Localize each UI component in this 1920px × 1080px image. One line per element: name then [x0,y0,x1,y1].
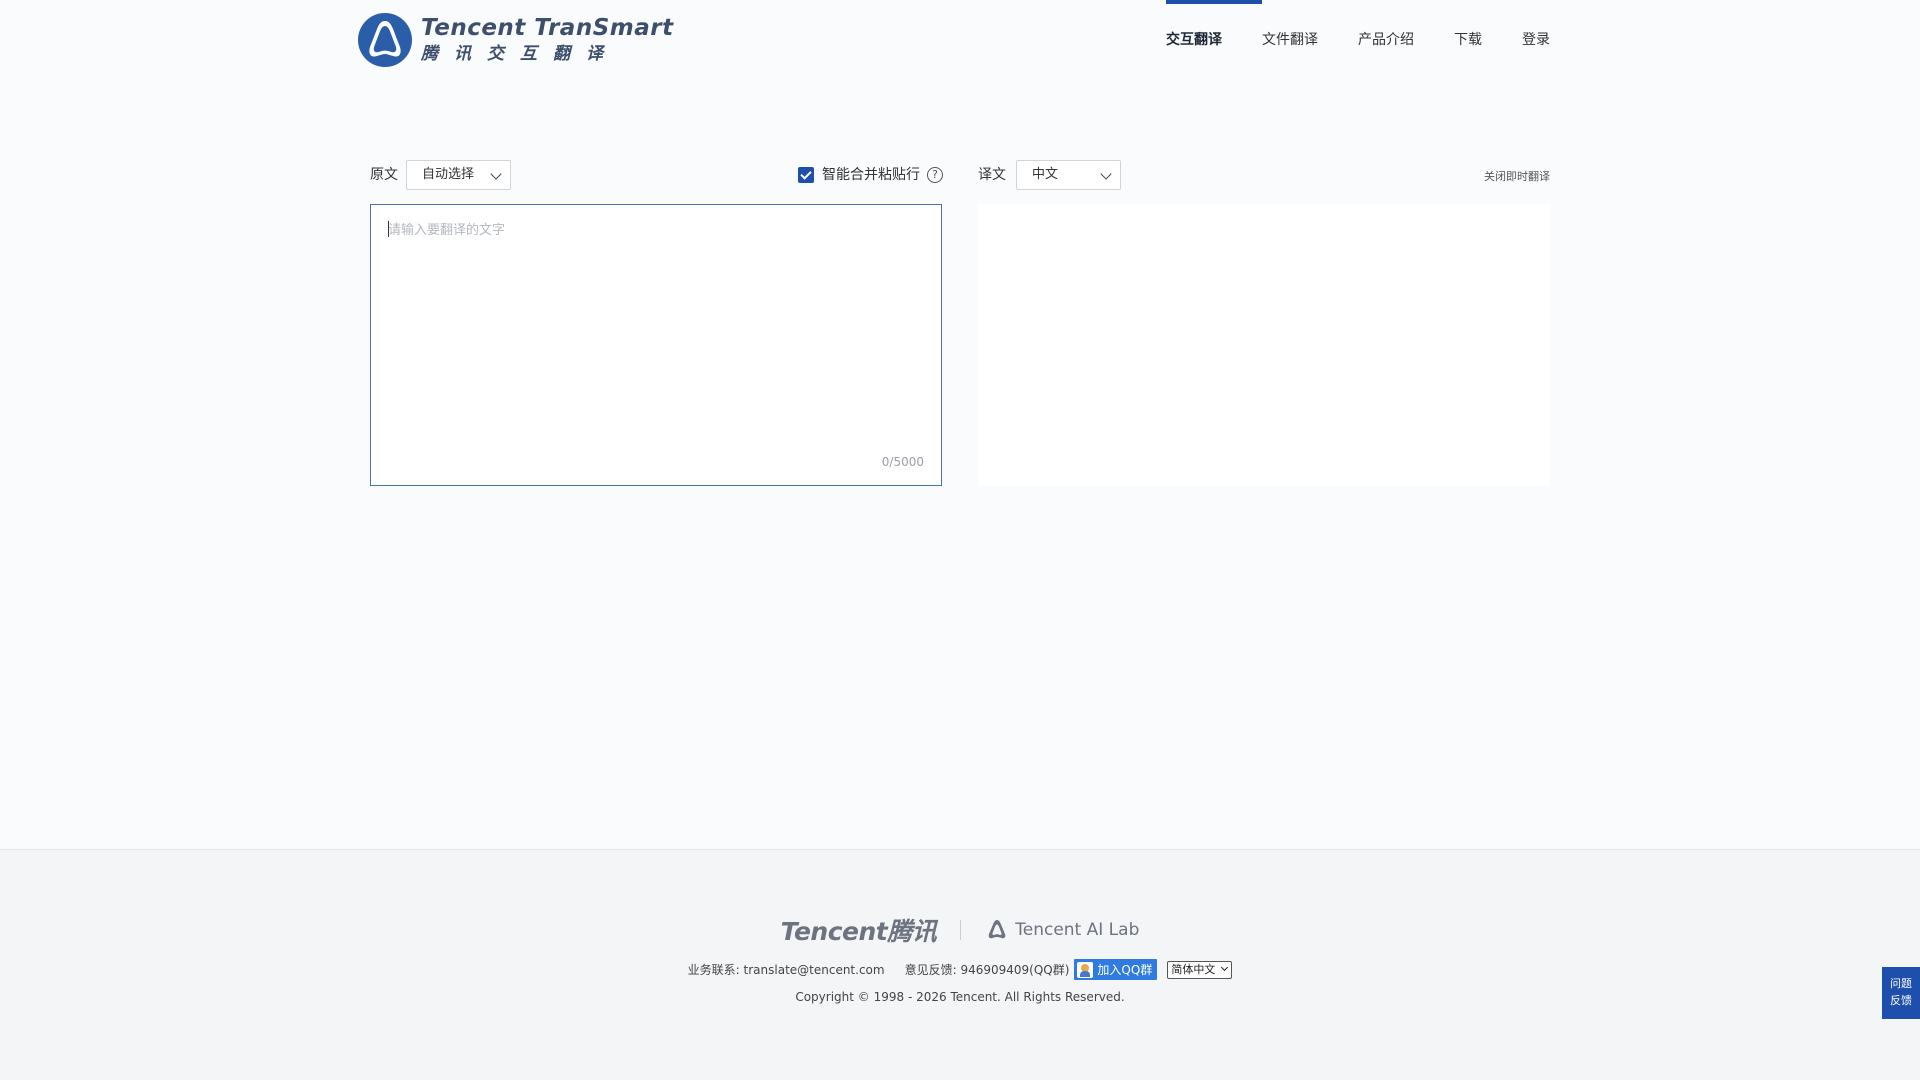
logo-divider [960,920,962,940]
transmart-logo-icon [358,13,412,67]
transmart-logo[interactable]: Tencent TranSmart 腾讯交互翻译 [357,12,674,68]
business-contact: 业务联系: translate@tencent.com [687,963,885,977]
logo-en-text: Tencent TranSmart [421,14,674,41]
footer-info-line: 业务联系: translate@tencent.com 意见反馈: 946909… [0,959,1920,980]
logo-cn-text: 腾讯交互翻译 [421,43,619,64]
merge-lines-label[interactable]: 智能合并粘贴行 [822,165,920,185]
nav-login[interactable]: 登录 [1522,0,1558,80]
source-language-select[interactable]: 自动选择 [406,160,511,190]
nav-file-translate[interactable]: 文件翻译 [1262,0,1358,80]
copyright-text: Copyright © 1998 - 2026 Tencent. All Rig… [795,990,1125,1004]
feedback-float-button[interactable]: 问题 反馈 [1882,967,1920,1019]
ui-language-value: 简体中文 [1171,962,1216,976]
ailab-logo-icon [988,920,1006,939]
feedback-line-1: 问题 [1890,977,1912,990]
nav-interactive-translate[interactable]: 交互翻译 [1166,0,1262,80]
tencent-logo[interactable]: Tencent腾讯 [781,912,937,948]
footer-logos: Tencent腾讯 Tencent AI Lab [0,912,1920,948]
target-label: 译文 [978,167,1006,183]
chevron-down-icon [1221,963,1229,971]
join-qq-button[interactable]: 加入QQ群 [1074,959,1158,980]
ailab-logo-text[interactable]: Tencent AI Lab [1015,920,1139,940]
target-text-panel [978,204,1550,486]
text-caret [388,221,389,237]
source-text-panel: 0/5000 [370,204,942,486]
page: Tencent TranSmart 腾讯交互翻译 交互翻译 文件翻译 产品介绍 … [0,0,1920,1080]
qq-group-icon [1077,961,1094,978]
join-qq-label: 加入QQ群 [1097,963,1153,977]
source-text-input[interactable] [371,205,941,435]
instant-translate-toggle[interactable]: 关闭即时翻译 [1484,168,1550,184]
ui-language-select[interactable]: 简体中文 [1167,960,1233,979]
target-language-value: 中文 [1032,167,1059,182]
merge-lines-checkbox[interactable] [798,167,814,183]
nav-download[interactable]: 下载 [1454,0,1522,80]
chevron-down-icon [490,168,502,180]
target-language-select[interactable]: 中文 [1016,160,1121,190]
feedback-line-2: 反馈 [1890,994,1912,1007]
source-language-value: 自动选择 [422,167,475,182]
chevron-down-icon [1100,168,1112,180]
logo-text: Tencent TranSmart 腾讯交互翻译 [421,15,674,66]
source-label: 原文 [370,167,398,183]
top-nav: 交互翻译 文件翻译 产品介绍 下载 登录 [1166,0,1558,80]
feedback-qq-text: 意见反馈: 946909409(QQ群) [904,963,1070,977]
nav-product-intro[interactable]: 产品介绍 [1358,0,1454,80]
char-counter: 0/5000 [881,455,924,469]
help-icon[interactable]: ? [927,167,943,183]
